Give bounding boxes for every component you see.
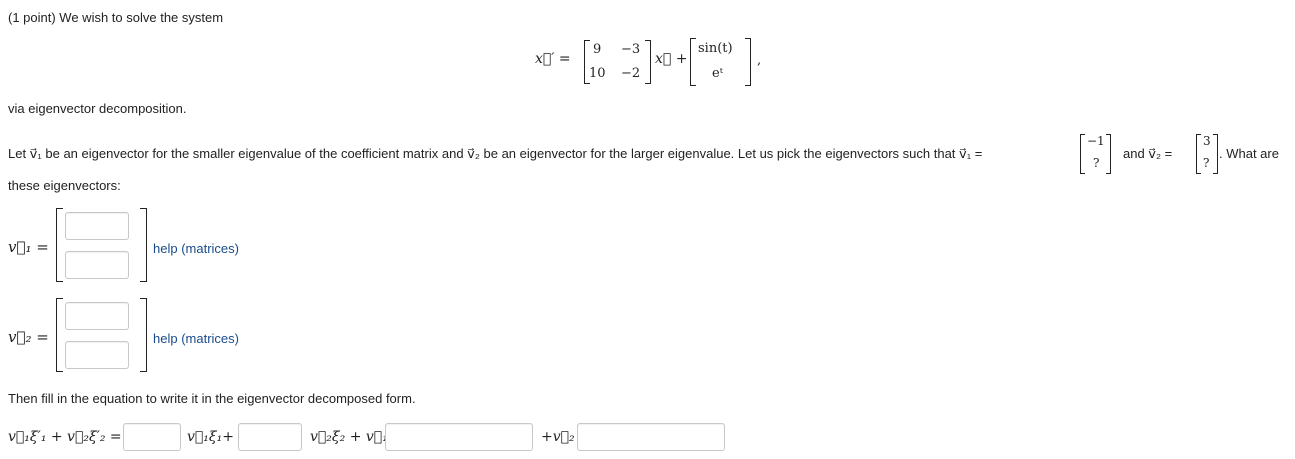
matrix-a11: 9 [593,42,602,57]
method-text: via eigenvector decomposition. [8,101,187,116]
decomposition-forcing-2-input[interactable] [577,423,725,451]
decomposition-forcing-1-input[interactable] [385,423,533,451]
v2-entry-2-input[interactable] [65,341,129,369]
v2-given-right-bracket [1213,134,1218,174]
instruction-text: Let v⃗₁ be an eigenvector for the smalle… [8,146,983,161]
what-are-text: . What are [1219,146,1279,161]
and-v2-text: and v⃗₂ = [1123,146,1173,161]
v1-given-right-bracket [1106,134,1111,174]
v1-right-bracket [140,208,147,282]
matrix-a21: 10 [589,66,606,81]
v1-given-top: −1 [1087,134,1105,148]
v2-label: v⃗₂ = [8,328,49,346]
instruction-continued: these eigenvectors: [8,178,121,193]
v2-entry-1-input[interactable] [65,302,129,330]
v2-right-bracket [140,298,147,372]
x-term: x⃗ + [655,51,688,67]
v2-given-left-bracket [1196,134,1201,174]
v2-given-top: 3 [1203,134,1211,148]
forcing-bottom: eᵗ [712,66,723,81]
decomposition-coef-2-input[interactable] [238,423,302,451]
matrix-a12: −3 [621,42,641,57]
decomposition-coef-1-input[interactable] [123,423,181,451]
matrix-right-bracket [645,40,651,84]
v1-label: v⃗₁ = [8,238,49,256]
decomposition-intro: Then fill in the equation to write it in… [8,391,416,406]
matrix-a22: −2 [621,66,641,81]
v1-left-bracket [56,208,63,282]
v1-entry-2-input[interactable] [65,251,129,279]
problem-header: (1 point) We wish to solve the system [8,10,224,25]
decomposition-term-2: v⃗₂ξ₂ + v⃗₁ [310,429,388,445]
v2-help-matrices-link[interactable]: help (matrices) [153,331,239,346]
v1-given-bottom: ? [1093,156,1100,170]
trailing-comma: , [757,53,762,68]
v2-given-bottom: ? [1203,156,1210,170]
forcing-top: sin(t) [698,41,733,56]
decomposition-lhs: v⃗₁ξ′₁ + v⃗₂ξ′₂ = [8,429,122,445]
v2-left-bracket [56,298,63,372]
v1-entry-1-input[interactable] [65,212,129,240]
lhs-x-prime: x⃗′ = [535,51,571,67]
forcing-left-bracket [690,38,696,86]
decomposition-term-3: +v⃗₂ [541,429,575,445]
v1-help-matrices-link[interactable]: help (matrices) [153,241,239,256]
forcing-right-bracket [745,38,751,86]
v1-given-left-bracket [1080,134,1085,174]
decomposition-term-1: v⃗₁ξ₁+ [187,429,234,445]
